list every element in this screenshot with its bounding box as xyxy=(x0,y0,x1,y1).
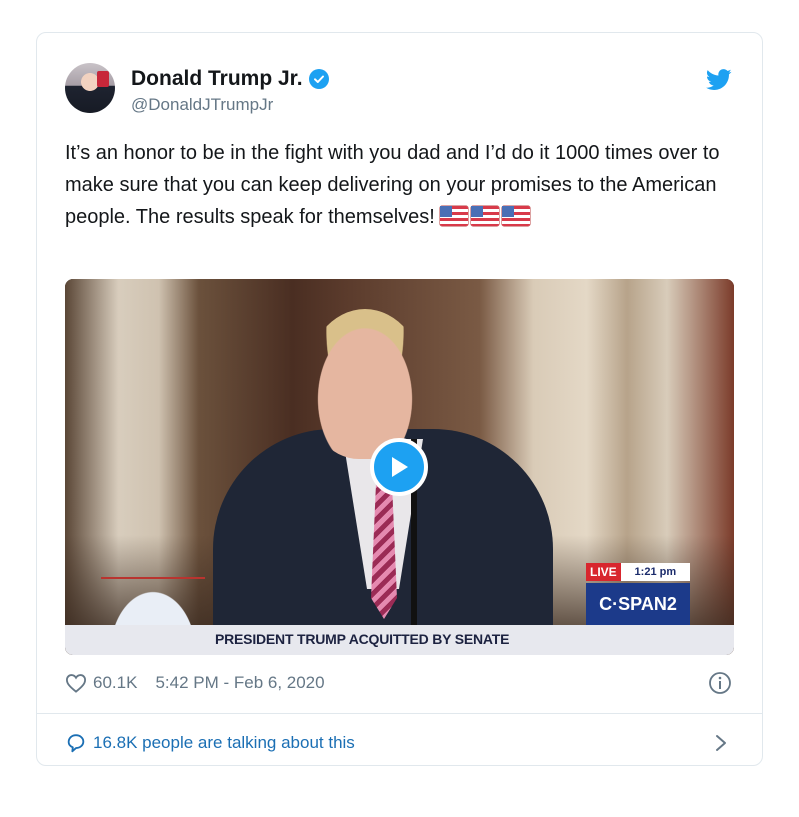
display-name[interactable]: Donald Trump Jr. xyxy=(131,67,303,91)
conversation-link[interactable]: 16.8K people are talking about this xyxy=(65,729,734,757)
network-name: C·SPAN2 xyxy=(586,583,690,625)
twitter-bird-icon[interactable] xyxy=(706,69,732,91)
comment-bubble-icon xyxy=(67,734,85,753)
name-row: Donald Trump Jr. xyxy=(131,67,329,91)
embedded-tweet-card: Donald Trump Jr. @DonaldJTrumpJr It’s an… xyxy=(36,32,763,766)
tweet-header: Donald Trump Jr. @DonaldJTrumpJr xyxy=(65,61,734,117)
video-player[interactable]: PRESIDENT TRUMP ACQUITTED BY SENATE LIVE… xyxy=(65,279,734,655)
conversation-text: 16.8K people are talking about this xyxy=(93,733,355,752)
play-icon xyxy=(392,457,408,477)
tweet-body: It’s an honor to be in the fight with yo… xyxy=(65,142,720,228)
live-row: LIVE 1:21 pm ET xyxy=(586,563,690,594)
us-flag-emoji xyxy=(471,206,500,226)
tweet-text: It’s an honor to be in the fight with yo… xyxy=(65,137,725,233)
chevron-right-icon xyxy=(716,735,726,751)
broadcast-time: 1:21 pm ET xyxy=(620,563,690,594)
tweet-meta-row: 60.1K 5:42 PM - Feb 6, 2020 xyxy=(65,669,734,697)
speaker-head xyxy=(305,309,425,459)
chyron-bar: PRESIDENT TRUMP ACQUITTED BY SENATE xyxy=(65,625,734,655)
info-icon[interactable] xyxy=(708,671,732,695)
like-count[interactable]: 60.1K xyxy=(93,673,137,693)
us-flag-emoji xyxy=(502,206,531,226)
live-label: LIVE xyxy=(586,563,621,581)
divider xyxy=(37,713,762,714)
tweet-timestamp[interactable]: 5:42 PM - Feb 6, 2020 xyxy=(155,673,324,693)
chyron-text: PRESIDENT TRUMP ACQUITTED BY SENATE xyxy=(215,631,510,647)
user-handle[interactable]: @DonaldJTrumpJr xyxy=(131,95,273,115)
heart-icon[interactable] xyxy=(65,673,87,693)
network-bug: LIVE 1:21 pm ET C·SPAN2 xyxy=(586,563,690,625)
play-button[interactable] xyxy=(370,438,428,496)
avatar-detail xyxy=(97,71,109,87)
avatar[interactable] xyxy=(65,63,115,113)
us-flag-emoji xyxy=(440,206,469,226)
verified-badge-icon xyxy=(308,69,329,89)
